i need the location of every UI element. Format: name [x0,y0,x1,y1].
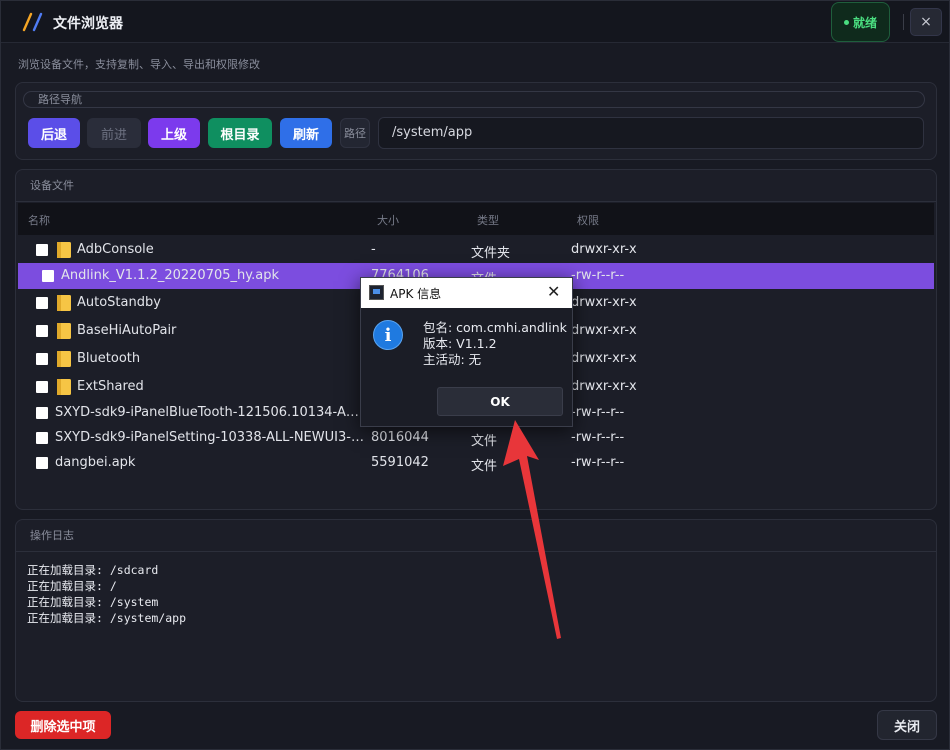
title-divider [903,14,904,30]
file-size: - [371,242,376,257]
file-size: 5591042 [371,455,429,470]
log-line: 正在加载目录: /system [27,595,159,609]
file-permissions: -rw-r--r-- [571,405,625,420]
dialog-package-line: 包名: com.cmhi.andlink [423,320,567,335]
file-permissions: drwxr-xr-x [571,295,637,310]
file-name: AdbConsole [77,242,154,257]
file-name: Bluetooth [77,351,141,366]
file-name: Andlink_V1.1.2_20220705_hy.apk [61,268,279,283]
refresh-button[interactable]: 刷新 [280,118,332,148]
folder-icon [57,323,71,339]
file-permissions: drwxr-xr-x [571,242,637,257]
log-line: 正在加载目录: /sdcard [27,563,159,577]
row-checkbox[interactable] [36,244,48,256]
row-checkbox[interactable] [36,297,48,309]
file-name: ExtShared [77,379,144,394]
forward-button[interactable]: 前进 [87,118,141,148]
row-checkbox[interactable] [36,432,48,444]
file-name: AutoStandby [77,295,161,310]
dialog-message: 包名: com.cmhi.andlink 版本: V1.1.2 主活动: 无 [423,320,567,368]
apk-info-dialog: APK 信息 ✕ i 包名: com.cmhi.andlink 版本: V1.1… [360,277,573,427]
delete-selected-button[interactable]: 删除选中项 [15,711,111,739]
app-logo-icon [22,12,43,32]
dialog-activity-line: 主活动: 无 [423,352,482,367]
window-close-button[interactable]: × [910,8,942,36]
title-bar: 文件浏览器 就绪 × [1,1,949,43]
info-icon: i [373,320,403,350]
log-line: 正在加载目录: / [27,579,117,593]
file-browser-window: 文件浏览器 就绪 × 浏览设备文件，支持复制、导入、导出和权限修改 路径导航 后… [0,0,950,750]
dialog-title-bar: APK 信息 ✕ [361,278,572,308]
file-permissions: drwxr-xr-x [571,351,637,366]
file-row[interactable]: SXYD-sdk9-iPanelSetting-10338-ALL-NEWUI3… [18,425,934,451]
file-permissions: -rw-r--r-- [571,455,625,470]
folder-icon [57,379,71,395]
dialog-app-icon [369,285,384,300]
file-name: BaseHiAutoPair [77,323,177,338]
row-checkbox[interactable] [36,407,48,419]
path-navigation-panel: 路径导航 后退 前进 上级 根目录 刷新 路径 /system/app [15,82,937,160]
folder-icon [57,295,71,311]
log-output: 正在加载目录: /sdcard 正在加载目录: / 正在加载目录: /syste… [27,562,186,626]
path-navigation-legend: 路径导航 [23,91,925,108]
root-dir-button[interactable]: 根目录 [208,118,272,148]
status-badge: 就绪 [831,2,890,42]
column-header-name[interactable]: 名称 [28,212,50,228]
folder-row[interactable]: AdbConsole - 文件夹 drwxr-xr-x [18,237,934,263]
file-permissions: drwxr-xr-x [571,379,637,394]
row-checkbox[interactable] [36,457,48,469]
path-input[interactable]: /system/app [378,117,924,149]
file-name: SXYD-sdk9-iPanelSetting-10338-ALL-NEWUI3… [55,430,365,445]
close-button[interactable]: 关闭 [877,710,937,740]
dialog-version-line: 版本: V1.1.2 [423,336,497,351]
file-table-header: 名称 大小 类型 权限 [18,203,934,235]
column-header-size[interactable]: 大小 [377,212,399,228]
back-button[interactable]: 后退 [28,118,80,148]
page-subtitle: 浏览设备文件，支持复制、导入、导出和权限修改 [18,58,260,71]
operation-log-legend: 操作日志 [16,520,936,552]
file-type: 文件夹 [471,246,511,261]
parent-dir-button[interactable]: 上级 [148,118,200,148]
operation-log-panel: 操作日志 正在加载目录: /sdcard 正在加载目录: / 正在加载目录: /… [15,519,937,702]
dialog-ok-button[interactable]: OK [437,387,563,416]
window-title: 文件浏览器 [53,16,123,32]
row-checkbox[interactable] [42,270,54,282]
file-permissions: -rw-r--r-- [571,430,625,445]
row-checkbox[interactable] [36,353,48,365]
file-permissions: drwxr-xr-x [571,323,637,338]
file-row[interactable]: dangbei.apk 5591042 文件 -rw-r--r-- [18,450,934,476]
path-label: 路径 [340,118,370,148]
dialog-title: APK 信息 [390,287,442,301]
dialog-close-icon[interactable]: ✕ [547,282,560,301]
column-header-type[interactable]: 类型 [477,212,499,228]
file-permissions: -rw-r--r-- [571,268,625,283]
file-name: dangbei.apk [55,455,136,470]
device-files-legend: 设备文件 [16,170,936,202]
log-line: 正在加载目录: /system/app [27,611,187,625]
file-name: SXYD-sdk9-iPanelBlueTooth-121506.10134-A… [55,405,365,420]
folder-icon [57,351,71,367]
folder-icon [57,242,71,258]
status-dot-icon [843,19,849,25]
annotation-arrow-icon [503,420,561,639]
column-header-permissions[interactable]: 权限 [577,212,599,228]
file-size: 8016044 [371,430,429,445]
row-checkbox[interactable] [36,325,48,337]
status-text: 就绪 [852,15,877,30]
row-checkbox[interactable] [36,381,48,393]
